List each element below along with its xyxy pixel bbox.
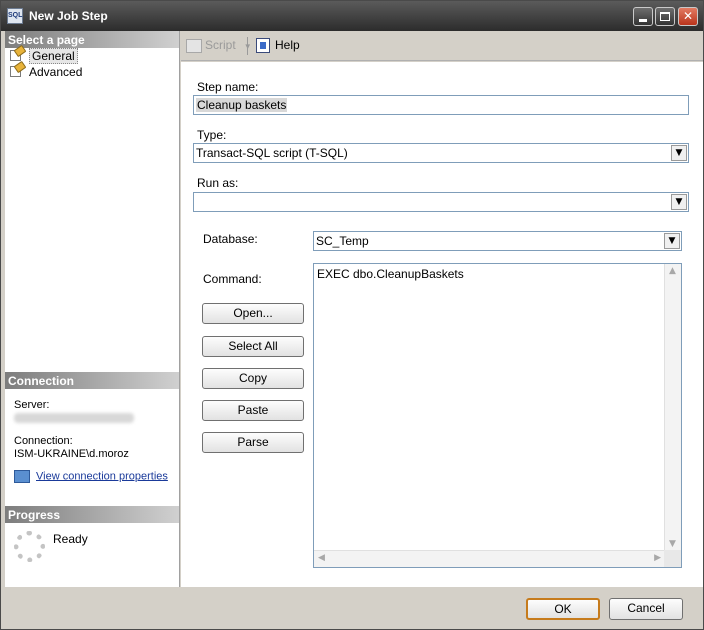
type-value: Transact-SQL script (T-SQL)	[196, 146, 348, 160]
view-connection-properties-text[interactable]: View connection properties	[36, 470, 168, 482]
run-as-select[interactable]: ▼	[193, 192, 689, 212]
page-icon	[10, 66, 24, 78]
step-name-input[interactable]: Cleanup baskets	[193, 95, 689, 115]
paste-button[interactable]: Paste	[202, 400, 304, 421]
help-label: Help	[275, 38, 300, 52]
database-select[interactable]: SC_Temp ▼	[313, 231, 682, 251]
command-textarea[interactable]: EXEC dbo.CleanupBaskets ▲ ▼ ◀ ▶	[313, 263, 682, 568]
select-page-header: Select a page	[5, 31, 179, 48]
scrollbar-corner	[664, 550, 681, 567]
general-page: Step name: Cleanup baskets Type: Transac…	[181, 62, 703, 587]
copy-button[interactable]: Copy	[202, 368, 304, 389]
script-label: Script	[205, 38, 236, 52]
connection-properties-icon	[14, 470, 30, 483]
scroll-left-icon[interactable]: ◀	[318, 553, 325, 563]
command-text: EXEC dbo.CleanupBaskets	[317, 267, 464, 281]
parse-button[interactable]: Parse	[202, 432, 304, 453]
chevron-down-icon[interactable]: ▼	[671, 145, 687, 161]
server-label: Server:	[14, 399, 50, 411]
title-bar[interactable]: SQL New Job Step ✕	[1, 1, 703, 31]
page-item-general[interactable]: General	[7, 48, 78, 64]
connection-value: ISM-UKRAINE\d.moroz	[14, 448, 129, 460]
left-panel: Select a page General Advanced Connectio…	[5, 31, 180, 587]
ok-button[interactable]: OK	[526, 598, 600, 620]
maximize-button[interactable]	[655, 7, 675, 26]
minimize-button[interactable]	[633, 7, 653, 26]
chevron-down-icon[interactable]: ▼	[664, 233, 680, 249]
database-value: SC_Temp	[316, 234, 369, 248]
connection-label: Connection:	[14, 435, 73, 447]
chevron-down-icon[interactable]: ▼	[671, 194, 687, 210]
open-button[interactable]: Open...	[202, 303, 304, 324]
help-button[interactable]: Help	[256, 38, 300, 54]
page-item-advanced[interactable]: Advanced	[7, 65, 82, 80]
page-item-label: Advanced	[29, 65, 83, 79]
close-icon: ✕	[682, 9, 694, 23]
horizontal-scrollbar[interactable]: ◀ ▶	[314, 550, 665, 567]
progress-status: Ready	[53, 532, 88, 546]
database-label: Database:	[203, 232, 258, 246]
toolbar: Script▼ Help	[181, 31, 703, 61]
view-connection-properties-link[interactable]: View connection properties	[14, 470, 168, 483]
scroll-down-icon[interactable]: ▼	[669, 539, 676, 549]
server-value-redacted	[14, 413, 134, 423]
step-name-value: Cleanup baskets	[196, 98, 288, 112]
help-icon	[256, 38, 270, 54]
maximize-icon	[660, 12, 670, 21]
type-select[interactable]: Transact-SQL script (T-SQL) ▼	[193, 143, 689, 163]
close-button[interactable]: ✕	[678, 7, 698, 26]
app-icon: SQL	[7, 8, 23, 24]
step-name-label: Step name:	[197, 80, 259, 94]
cancel-button[interactable]: Cancel	[609, 598, 683, 620]
dialog-window: SQL New Job Step ✕ Select a page General…	[0, 0, 704, 630]
page-item-label: General	[29, 48, 78, 64]
window-title: New Job Step	[29, 9, 108, 23]
run-as-label: Run as:	[197, 176, 239, 190]
vertical-scrollbar[interactable]: ▲ ▼	[664, 264, 681, 551]
select-all-button[interactable]: Select All	[202, 336, 304, 357]
progress-spinner-icon	[14, 531, 45, 562]
scroll-up-icon[interactable]: ▲	[669, 266, 676, 276]
script-icon	[186, 38, 202, 53]
command-label: Command:	[203, 272, 262, 286]
type-label: Type:	[197, 128, 227, 142]
progress-header: Progress	[5, 506, 179, 523]
script-button[interactable]: Script▼	[186, 38, 252, 53]
connection-header: Connection	[5, 372, 179, 389]
scroll-right-icon[interactable]: ▶	[654, 553, 661, 563]
toolbar-separator	[247, 37, 248, 55]
minimize-icon	[639, 19, 647, 22]
